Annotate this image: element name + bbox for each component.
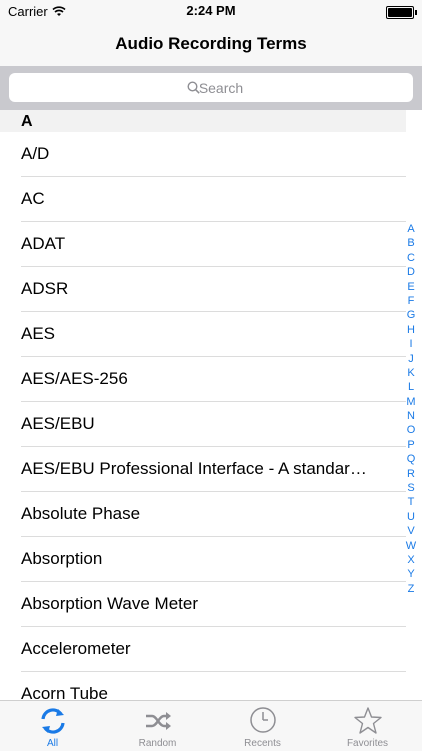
refresh-icon bbox=[0, 706, 105, 741]
tab-recents[interactable]: Recents bbox=[210, 701, 315, 751]
index-letter[interactable]: F bbox=[404, 294, 418, 308]
section-header-label: A bbox=[21, 113, 33, 130]
list-item-label: Absorption Wave Meter bbox=[21, 594, 198, 613]
status-time: 2:24 PM bbox=[186, 3, 236, 18]
section-index[interactable]: A B C D E F G H I J K L M N O P Q R S T … bbox=[404, 222, 418, 596]
index-letter[interactable]: I bbox=[404, 337, 418, 351]
list-item-label: ADAT bbox=[21, 234, 66, 253]
index-letter[interactable]: J bbox=[404, 352, 418, 366]
index-letter[interactable]: K bbox=[404, 366, 418, 380]
tab-label: Favorites bbox=[346, 738, 389, 749]
list-item[interactable]: Absolute Phase bbox=[0, 492, 406, 537]
list-item[interactable]: ADAT bbox=[0, 222, 406, 267]
index-letter[interactable]: U bbox=[404, 510, 418, 524]
index-letter[interactable]: B bbox=[404, 236, 418, 250]
list-item-label: AES/EBU bbox=[21, 414, 95, 433]
list-item[interactable]: AES/AES-256 bbox=[0, 357, 406, 402]
index-letter[interactable]: N bbox=[404, 409, 418, 423]
index-letter[interactable]: G bbox=[404, 308, 418, 322]
tab-label: Recents bbox=[244, 738, 281, 749]
list-item-label: AC bbox=[21, 189, 45, 208]
star-icon bbox=[315, 706, 420, 741]
index-letter[interactable]: L bbox=[404, 380, 418, 394]
index-letter[interactable]: D bbox=[404, 265, 418, 279]
list-item[interactable]: AC bbox=[0, 177, 406, 222]
shuffle-icon bbox=[105, 706, 210, 741]
tab-label: All bbox=[46, 738, 59, 749]
list-item[interactable]: AES/EBU bbox=[0, 402, 406, 447]
terms-list: A/D AC ADAT ADSR AES AES/AES-256 AES/EBU… bbox=[0, 132, 406, 717]
battery-icon bbox=[386, 6, 417, 19]
index-letter[interactable]: E bbox=[404, 280, 418, 294]
index-letter[interactable]: W bbox=[404, 539, 418, 553]
list-item[interactable]: A/D bbox=[0, 132, 406, 177]
clock-icon bbox=[210, 706, 315, 741]
tab-random[interactable]: Random bbox=[105, 701, 210, 751]
search-input[interactable] bbox=[9, 73, 413, 102]
tab-bar: All Random Recents Favorites bbox=[0, 700, 422, 751]
index-letter[interactable]: Z bbox=[404, 582, 418, 596]
list-item[interactable]: Accelerometer bbox=[0, 627, 406, 672]
index-letter[interactable]: C bbox=[404, 251, 418, 265]
index-letter[interactable]: M bbox=[404, 395, 418, 409]
index-letter[interactable]: A bbox=[404, 222, 418, 236]
list-item-label: Absolute Phase bbox=[21, 504, 141, 523]
tab-label: Random bbox=[138, 738, 177, 749]
list-item[interactable]: Absorption bbox=[0, 537, 406, 582]
tab-all[interactable]: All bbox=[0, 701, 105, 751]
list-item-label: Accelerometer bbox=[21, 639, 131, 658]
list-item-label: AES bbox=[21, 324, 56, 343]
search-bar bbox=[0, 66, 422, 110]
search-field[interactable] bbox=[9, 73, 413, 102]
index-letter[interactable]: O bbox=[404, 423, 418, 437]
list-item-label: AES/AES-256 bbox=[21, 369, 128, 388]
list-item-label: Absorption bbox=[21, 549, 103, 568]
navigation-bar: Audio Recording Terms bbox=[0, 22, 422, 66]
list-item-label: AES/EBU Professional Interface - A stand… bbox=[21, 459, 367, 478]
status-bar: Carrier 2:24 PM bbox=[0, 0, 422, 22]
list-item-label: ADSR bbox=[21, 279, 69, 298]
page-title: Audio Recording Terms bbox=[115, 34, 307, 53]
index-letter[interactable]: R bbox=[404, 467, 418, 481]
index-letter[interactable]: P bbox=[404, 438, 418, 452]
index-letter[interactable]: V bbox=[404, 524, 418, 538]
search-icon bbox=[187, 81, 200, 99]
index-letter[interactable]: S bbox=[404, 481, 418, 495]
index-letter[interactable]: H bbox=[404, 323, 418, 337]
index-letter[interactable]: Q bbox=[404, 452, 418, 466]
section-header: A bbox=[0, 110, 406, 132]
tab-favorites[interactable]: Favorites bbox=[315, 701, 420, 751]
index-letter[interactable]: T bbox=[404, 495, 418, 509]
index-letter[interactable]: Y bbox=[404, 567, 418, 581]
list-item[interactable]: Absorption Wave Meter bbox=[0, 582, 406, 627]
list-item[interactable]: AES bbox=[0, 312, 406, 357]
list-item-label: A/D bbox=[21, 144, 50, 163]
index-letter[interactable]: X bbox=[404, 553, 418, 567]
list-item[interactable]: ADSR bbox=[0, 267, 406, 312]
list-item[interactable]: AES/EBU Professional Interface - A stand… bbox=[0, 447, 406, 492]
